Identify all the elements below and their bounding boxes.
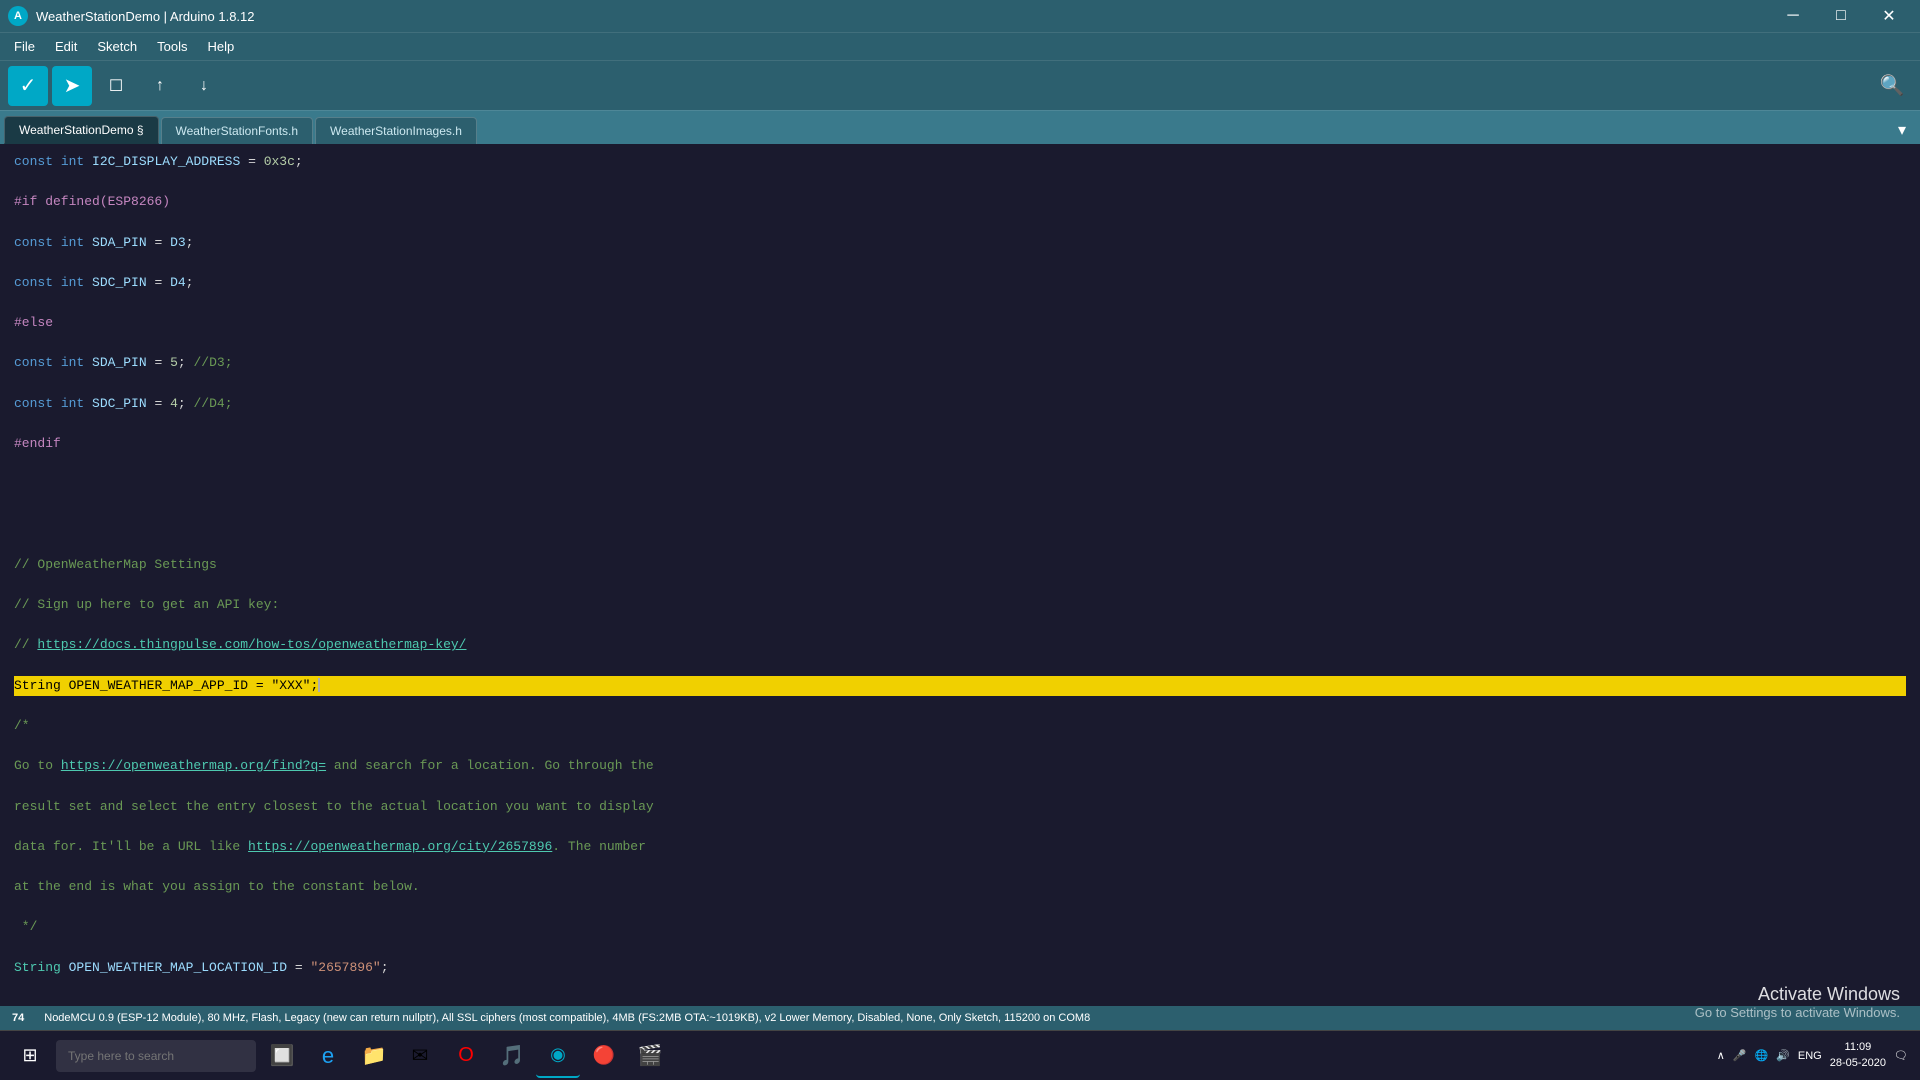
code-line-21: String OPEN_WEATHER_MAP_LOCATION_ID = "2…: [14, 958, 1906, 978]
toolbar: ✓ ➤ ☐ ↑ ↓ 🔍: [0, 60, 1920, 110]
code-editor[interactable]: const int I2C_DISPLAY_ADDRESS = 0x3c; #i…: [0, 144, 1920, 1006]
title-text: WeatherStationDemo | Arduino 1.8.12: [36, 9, 1770, 24]
taskbar: ⊞ 🔲 e 📁 ✉ O 🎵 ◉ 🔴 🎬 ∧ 🎤 🌐 🔊 ENG 11:09 28…: [0, 1030, 1920, 1080]
menu-tools[interactable]: Tools: [147, 37, 197, 56]
tabs-bar: WeatherStationDemo § WeatherStationFonts…: [0, 110, 1920, 144]
taskbar-music[interactable]: 🎵: [490, 1034, 534, 1078]
menu-edit[interactable]: Edit: [45, 37, 87, 56]
taskbar-time: 11:09: [1830, 1040, 1886, 1055]
code-line-10: [14, 515, 1906, 535]
taskbar-right: ∧ 🎤 🌐 🔊 ENG 11:09 28-05-2020 🗨: [1717, 1040, 1916, 1071]
code-line-13: // https://docs.thingpulse.com/how-tos/o…: [14, 635, 1906, 655]
taskbar-mail[interactable]: ✉: [398, 1034, 442, 1078]
search-button[interactable]: 🔍: [1872, 66, 1912, 106]
code-line-22: [14, 998, 1906, 1006]
taskbar-explorer[interactable]: 📁: [352, 1034, 396, 1078]
code-line-6: const int SDA_PIN = 5; //D3;: [14, 353, 1906, 373]
board-info: NodeMCU 0.9 (ESP-12 Module), 80 MHz, Fla…: [44, 1012, 1090, 1024]
titlebar: A WeatherStationDemo | Arduino 1.8.12 ─ …: [0, 0, 1920, 32]
code-line-17: result set and select the entry closest …: [14, 797, 1906, 817]
taskbar-apps: 🔲 e 📁 ✉ O 🎵 ◉ 🔴 🎬: [260, 1034, 672, 1078]
taskbar-arduino[interactable]: ◉: [536, 1034, 580, 1078]
code-line-19: at the end is what you assign to the con…: [14, 877, 1906, 897]
verify-button[interactable]: ✓: [8, 66, 48, 106]
taskbar-network-icon: 🌐: [1755, 1049, 1769, 1062]
taskbar-clock: 11:09 28-05-2020: [1830, 1040, 1886, 1071]
taskbar-lang: ENG: [1798, 1050, 1822, 1062]
code-line-3: const int SDA_PIN = D3;: [14, 233, 1906, 253]
new-button[interactable]: ☐: [96, 66, 136, 106]
menu-file[interactable]: File: [4, 37, 45, 56]
code-line-15: /*: [14, 716, 1906, 736]
close-button[interactable]: ✕: [1866, 0, 1912, 32]
taskbar-app6[interactable]: 🎬: [628, 1034, 672, 1078]
taskbar-volume-icon: 🔊: [1776, 1049, 1790, 1062]
taskbar-notification[interactable]: 🗨: [1894, 1049, 1908, 1062]
taskbar-opera[interactable]: O: [444, 1034, 488, 1078]
menu-help[interactable]: Help: [197, 37, 244, 56]
code-line-20: */: [14, 917, 1906, 937]
code-line-4: const int SDC_PIN = D4;: [14, 273, 1906, 293]
statusbar: 74 NodeMCU 0.9 (ESP-12 Module), 80 MHz, …: [0, 1006, 1920, 1030]
taskbar-date: 28-05-2020: [1830, 1056, 1886, 1071]
menu-sketch[interactable]: Sketch: [87, 37, 147, 56]
start-button[interactable]: ⊞: [4, 1036, 56, 1076]
taskbar-search-input[interactable]: [56, 1040, 256, 1072]
menubar: File Edit Sketch Tools Help: [0, 32, 1920, 60]
code-line-18: data for. It'll be a URL like https://op…: [14, 837, 1906, 857]
taskbar-chrome[interactable]: 🔴: [582, 1034, 626, 1078]
taskbar-task-view[interactable]: 🔲: [260, 1034, 304, 1078]
code-line-16: Go to https://openweathermap.org/find?q=…: [14, 756, 1906, 776]
tab-weatherstationfonts[interactable]: WeatherStationFonts.h: [161, 117, 314, 144]
title-icon: A: [8, 6, 28, 26]
code-line-2: #if defined(ESP8266): [14, 192, 1906, 212]
upload-button[interactable]: ➤: [52, 66, 92, 106]
code-line-9: [14, 474, 1906, 494]
taskbar-chevron[interactable]: ∧: [1717, 1049, 1725, 1062]
code-line-8: #endif: [14, 434, 1906, 454]
tab-weatherstationimages[interactable]: WeatherStationImages.h: [315, 117, 477, 144]
maximize-button[interactable]: □: [1818, 0, 1864, 32]
taskbar-mic-icon: 🎤: [1733, 1049, 1747, 1062]
tab-dropdown-button[interactable]: ▾: [1888, 116, 1916, 144]
minimize-button[interactable]: ─: [1770, 0, 1816, 32]
code-line-1: const int I2C_DISPLAY_ADDRESS = 0x3c;: [14, 152, 1906, 172]
window-controls: ─ □ ✕: [1770, 0, 1912, 32]
code-line-12: // Sign up here to get an API key:: [14, 595, 1906, 615]
line-number: 74: [12, 1012, 24, 1024]
code-line-11: // OpenWeatherMap Settings: [14, 555, 1906, 575]
tab-weatherstationdemo[interactable]: WeatherStationDemo §: [4, 116, 159, 144]
taskbar-edge[interactable]: e: [306, 1034, 350, 1078]
open-button[interactable]: ↑: [140, 66, 180, 106]
code-line-14: String OPEN_WEATHER_MAP_APP_ID = "XXX";: [14, 676, 1906, 696]
code-line-7: const int SDC_PIN = 4; //D4;: [14, 394, 1906, 414]
save-button[interactable]: ↓: [184, 66, 224, 106]
code-line-5: #else: [14, 313, 1906, 333]
